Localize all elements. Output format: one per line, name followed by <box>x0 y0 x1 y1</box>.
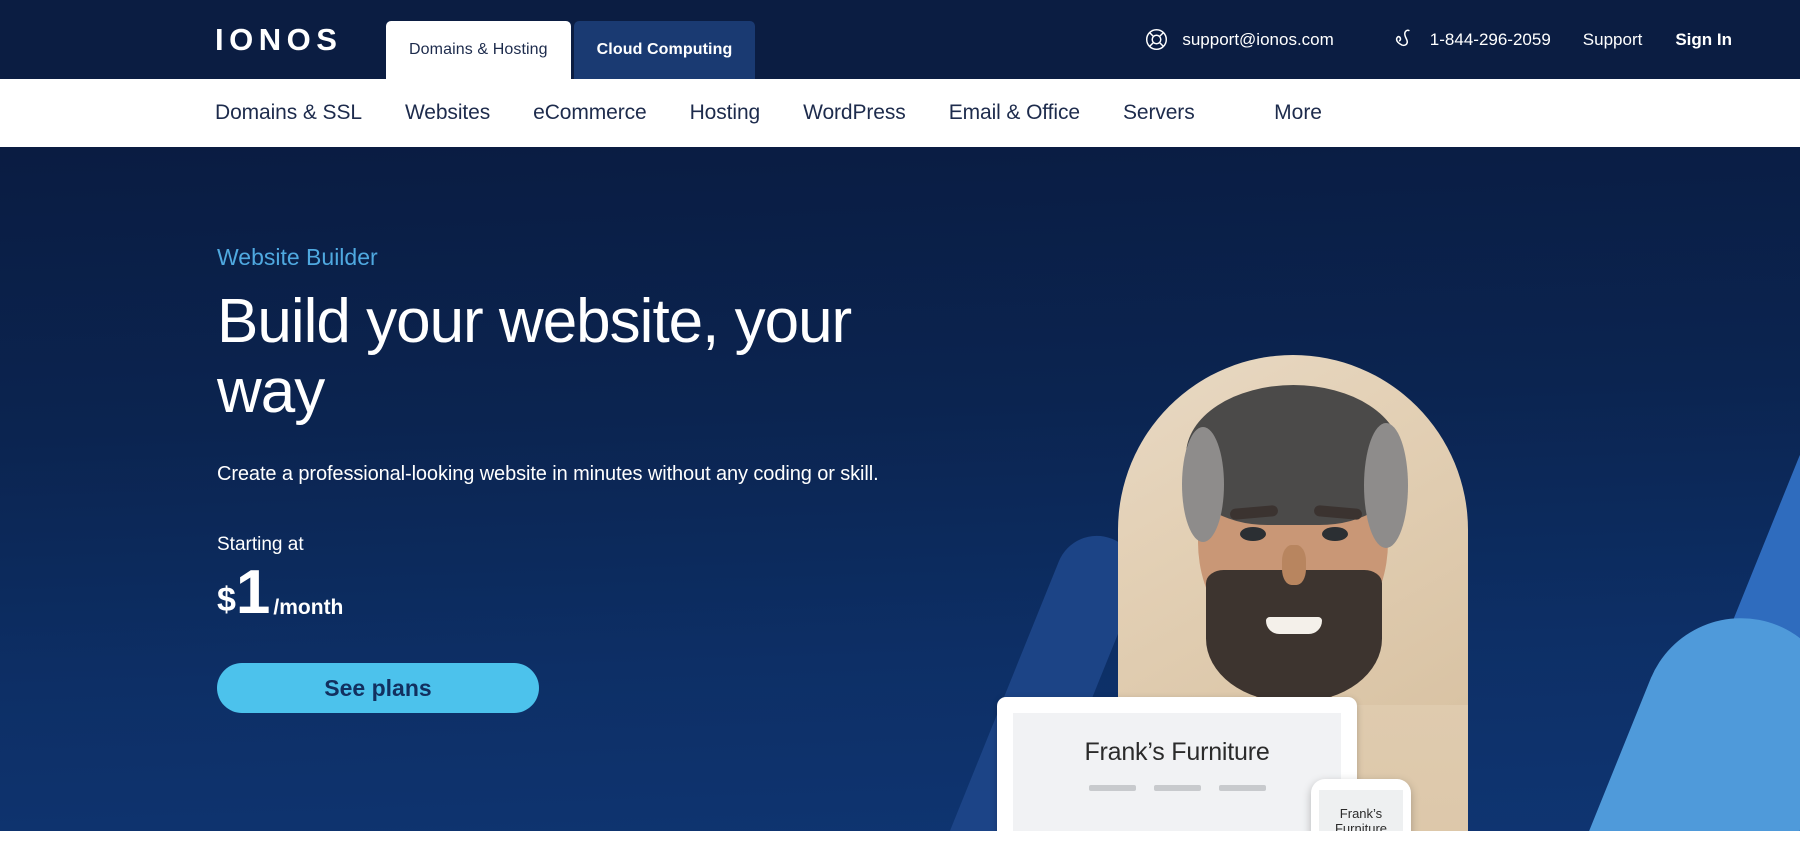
phone-site-title: Frank’s Furniture <box>1319 790 1403 836</box>
price-row: $ 1 /month <box>217 561 1007 625</box>
nav-item-hosting[interactable]: Hosting <box>690 101 761 125</box>
account-tabs: Domains & Hosting Cloud Computing <box>386 21 756 79</box>
decorative-pill-light <box>1447 588 1800 839</box>
price-period: /month <box>273 596 344 619</box>
laptop-nav-dash <box>1218 785 1266 791</box>
phone-site-title-line1: Frank’s <box>1339 806 1383 821</box>
price-amount: 1 <box>235 558 270 627</box>
portrait-smile <box>1266 617 1322 634</box>
tab-domains-hosting[interactable]: Domains & Hosting <box>386 21 571 79</box>
lifebuoy-icon <box>1144 27 1169 52</box>
phone-link[interactable]: 1-844-296-2059 <box>1391 27 1551 53</box>
main-navigation: Domains & SSL Websites eCommerce Hosting… <box>0 79 1800 147</box>
nav-item-ecommerce[interactable]: eCommerce <box>533 101 647 125</box>
support-link[interactable]: Support <box>1583 30 1643 50</box>
support-email-text: support@ionos.com <box>1182 29 1334 49</box>
portrait-eye-left <box>1240 527 1266 541</box>
hero-banner: Frank’s Furniture Frank’s Furniture Webs… <box>0 147 1800 839</box>
laptop-nav-dash <box>1153 785 1201 791</box>
see-plans-button[interactable]: See plans <box>217 663 539 713</box>
hero-copy: Website Builder Build your website, your… <box>217 243 1007 713</box>
portrait-eye-right <box>1322 527 1348 541</box>
top-utility-bar: IONOS Domains & Hosting Cloud Computing <box>0 0 1800 79</box>
laptop-screen: Frank’s Furniture <box>1013 713 1341 839</box>
nav-item-wordpress[interactable]: WordPress <box>803 101 906 125</box>
portrait-hair-grey-right <box>1364 423 1408 548</box>
portrait-beard <box>1206 570 1382 702</box>
ionos-landing-page: IONOS Domains & Hosting Cloud Computing <box>0 0 1800 847</box>
nav-links: Domains & SSL Websites eCommerce Hosting… <box>215 101 1195 125</box>
portrait-circle-mask <box>1118 355 1468 705</box>
hero-subheadline: Create a professional-looking website in… <box>217 463 879 485</box>
ionos-logo[interactable]: IONOS <box>215 20 342 60</box>
phone-text: 1-844-296-2059 <box>1429 29 1551 49</box>
nav-item-servers[interactable]: Servers <box>1123 101 1195 125</box>
support-email-link[interactable]: support@ionos.com <box>1144 27 1334 52</box>
utility-links: support@ionos.com 1-844-296-2059 Support… <box>1144 0 1800 79</box>
laptop-mockup: Frank’s Furniture <box>962 697 1357 839</box>
laptop-nav-dash <box>1088 785 1136 791</box>
laptop-nav-placeholders <box>1013 785 1341 791</box>
nav-item-more[interactable]: More <box>1274 101 1322 125</box>
hero-eyebrow: Website Builder <box>217 244 378 270</box>
price-currency: $ <box>217 581 236 619</box>
phone-icon <box>1391 27 1417 53</box>
portrait-hair-grey-left <box>1182 427 1224 542</box>
portrait-nose <box>1282 545 1306 585</box>
nav-item-email-office[interactable]: Email & Office <box>949 101 1080 125</box>
laptop-body: Frank’s Furniture <box>997 697 1357 839</box>
laptop-site-title: Frank’s Furniture <box>1084 738 1270 766</box>
hero-headline: Build your website, your way <box>217 287 852 426</box>
nav-item-websites[interactable]: Websites <box>405 101 490 125</box>
hero-bottom-edge <box>0 831 1800 839</box>
price-label: Starting at <box>217 534 304 555</box>
nav-item-domains-ssl[interactable]: Domains & SSL <box>215 101 362 125</box>
phone-mockup: Frank’s Furniture <box>1311 779 1411 839</box>
tab-cloud-computing[interactable]: Cloud Computing <box>573 21 756 79</box>
sign-in-link[interactable]: Sign In <box>1675 30 1732 50</box>
